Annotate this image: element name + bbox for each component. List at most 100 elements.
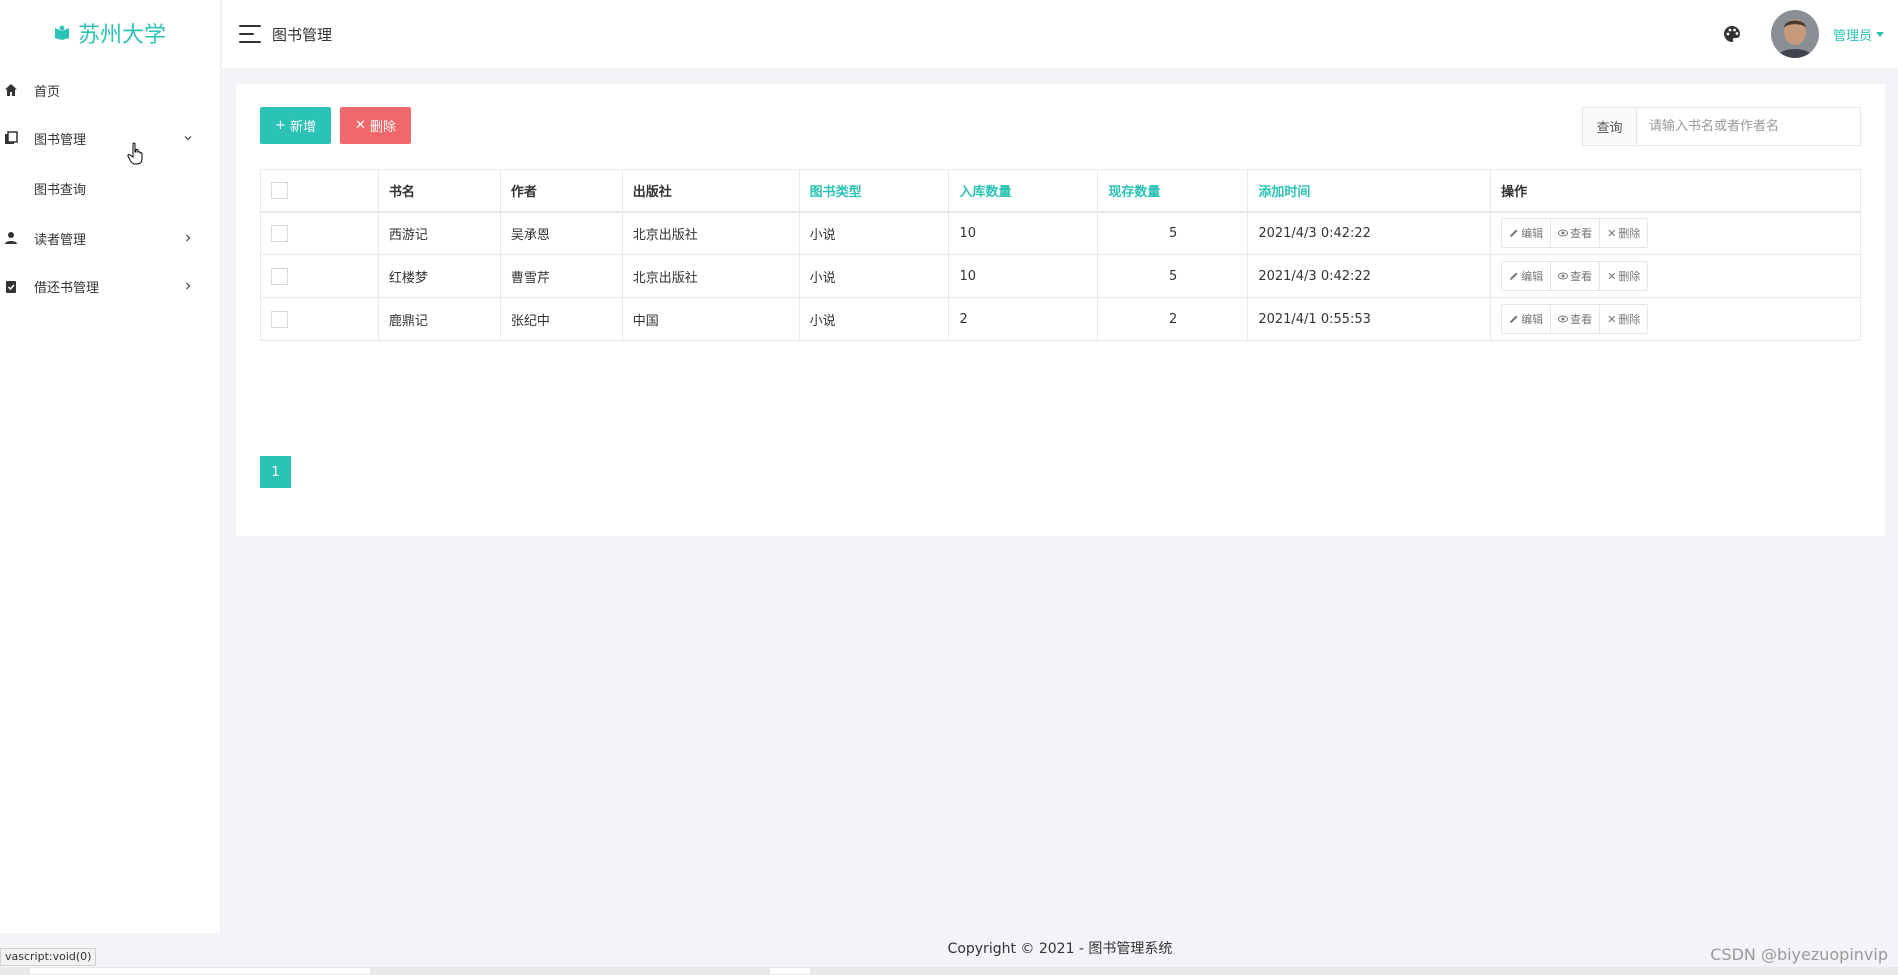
column-header-sortable[interactable]: 现存数量: [1097, 169, 1249, 213]
row-action-group: 编辑 查看 ✕ 删除: [1501, 218, 1649, 249]
cell-book-name: 鹿鼎记: [377, 297, 501, 341]
column-header-sortable[interactable]: 添加时间: [1247, 169, 1492, 213]
view-label: 查看: [1570, 313, 1593, 326]
home-icon: [5, 84, 17, 96]
chevron-right-icon: [186, 282, 191, 290]
view-button[interactable]: 查看: [1551, 305, 1601, 333]
row-select-cell: [260, 297, 379, 341]
footer: Copyright © 2021 - 图书管理系统: [222, 933, 1898, 966]
cell-stock: 5: [1097, 254, 1249, 298]
select-all-cell: [260, 169, 379, 213]
cell-publisher: 中国: [621, 297, 800, 341]
sidebar-item-book-management[interactable]: 图书管理: [0, 114, 220, 162]
view-button[interactable]: 查看: [1551, 219, 1601, 248]
cell-actions: 编辑 查看 ✕ 删除: [1490, 211, 1861, 255]
close-icon: ✕: [355, 118, 366, 133]
column-header: 书名: [377, 169, 501, 213]
brand[interactable]: 苏州大学: [0, 0, 220, 66]
row-checkbox[interactable]: [271, 310, 288, 328]
select-all-checkbox[interactable]: [271, 181, 288, 199]
cell-publisher: 北京出版社: [621, 254, 800, 298]
cell-type: 小说: [798, 211, 950, 255]
cell-author: 吴承恩: [499, 211, 623, 255]
row-select-cell: [260, 211, 379, 255]
search-label[interactable]: 查询: [1583, 108, 1637, 145]
eye-icon: [1558, 315, 1569, 323]
sidebar-item-label: 首页: [34, 84, 61, 100]
cell-added-time: 2021/4/3 0:42:22: [1247, 254, 1492, 298]
book-reader-icon: [54, 25, 69, 40]
copyright-text: Copyright © 2021 - 图书管理系统: [947, 941, 1173, 957]
delete-button-label: 删除: [369, 120, 396, 135]
page-title: 图书管理: [272, 25, 333, 44]
plus-icon: +: [275, 118, 286, 133]
pagination-page-button[interactable]: 1: [260, 456, 291, 488]
pencil-icon: [1510, 315, 1518, 323]
column-header: 出版社: [621, 169, 800, 213]
row-select-cell: [260, 254, 379, 298]
search-box: 查询: [1582, 107, 1861, 146]
books-table: 书名 作者 出版社 图书类型 入库数量 现存数量 添加时间 操作 西游记 吴承恩…: [260, 169, 1861, 341]
edit-button[interactable]: 编辑: [1502, 219, 1552, 248]
chevron-right-icon: [186, 234, 191, 242]
sidebar: 苏州大学 首页 图书管理 图书查询 读者管理 借还书管理: [0, 0, 221, 933]
cell-author: 曹雪芹: [499, 254, 623, 298]
cell-type: 小说: [798, 297, 950, 341]
sidebar-item-label: 图书管理: [34, 132, 87, 148]
sidebar-subitem-book-query[interactable]: 图书查询: [0, 162, 220, 214]
table-header-row: 书名 作者 出版社 图书类型 入库数量 现存数量 添加时间 操作: [260, 169, 1861, 213]
user-icon: [5, 232, 17, 244]
column-header-sortable[interactable]: 图书类型: [798, 169, 950, 213]
menu-toggle-icon[interactable]: [239, 25, 261, 43]
search-input[interactable]: [1637, 108, 1860, 145]
column-header-sortable[interactable]: 入库数量: [948, 169, 1099, 213]
user-menu[interactable]: 管理员: [1833, 25, 1884, 44]
cell-author: 张纪中: [499, 297, 623, 341]
delete-label: 删除: [1618, 227, 1641, 241]
delete-label: 删除: [1618, 270, 1641, 283]
cell-stock: 5: [1097, 211, 1249, 255]
column-header: 作者: [499, 169, 623, 213]
add-button-label: 新增: [289, 120, 316, 135]
edit-label: 编辑: [1521, 270, 1544, 283]
row-delete-button[interactable]: ✕ 删除: [1600, 305, 1648, 333]
eye-icon: [1558, 229, 1569, 237]
row-checkbox[interactable]: [271, 267, 288, 285]
edit-label: 编辑: [1521, 313, 1544, 326]
add-button[interactable]: + 新增: [260, 107, 331, 144]
view-label: 查看: [1570, 227, 1593, 241]
brand-name: 苏州大学: [77, 23, 166, 48]
clipboard-check-icon: [6, 281, 16, 293]
cell-added-time: 2021/4/1 0:55:53: [1247, 297, 1492, 341]
row-action-group: 编辑 查看 ✕ 删除: [1501, 304, 1649, 334]
row-delete-button[interactable]: ✕ 删除: [1600, 262, 1648, 290]
table-row: 鹿鼎记 张纪中 中国 小说 2 2 2021/4/1 0:55:53 编辑 查看…: [260, 297, 1861, 341]
close-icon: ✕: [1607, 312, 1617, 326]
sidebar-item-reader-management[interactable]: 读者管理: [0, 214, 220, 262]
view-button[interactable]: 查看: [1551, 262, 1601, 290]
palette-icon[interactable]: [1723, 25, 1741, 43]
hand-cursor-icon: [127, 142, 143, 165]
pencil-icon: [1510, 229, 1518, 238]
edit-button[interactable]: 编辑: [1502, 262, 1552, 290]
caret-down-icon: [1876, 31, 1884, 37]
sidebar-item-label: 借还书管理: [34, 280, 100, 296]
horizontal-scrollbar[interactable]: [0, 967, 1898, 975]
edit-label: 编辑: [1521, 227, 1544, 241]
delete-button[interactable]: ✕ 删除: [340, 107, 411, 144]
row-delete-button[interactable]: ✕ 删除: [1600, 219, 1648, 248]
cell-stock: 2: [1097, 297, 1249, 341]
browser-status-bar: vascript:void(0): [0, 948, 97, 966]
cell-in-qty: 10: [948, 211, 1099, 255]
sidebar-item-borrow-return[interactable]: 借还书管理: [0, 262, 220, 310]
edit-button[interactable]: 编辑: [1502, 305, 1552, 333]
content-card: + 新增 ✕ 删除 查询 书名 作者 出版社 图书类型 入库数量 现存数量 添加…: [236, 84, 1885, 536]
row-checkbox[interactable]: [271, 224, 288, 242]
table-row: 红楼梦 曹雪芹 北京出版社 小说 10 5 2021/4/3 0:42:22 编…: [260, 254, 1861, 298]
cell-book-name: 西游记: [377, 211, 501, 255]
cell-publisher: 北京出版社: [621, 211, 800, 255]
cell-in-qty: 2: [948, 297, 1099, 341]
avatar[interactable]: [1770, 10, 1819, 58]
eye-icon: [1558, 272, 1569, 280]
sidebar-item-home[interactable]: 首页: [0, 66, 220, 114]
